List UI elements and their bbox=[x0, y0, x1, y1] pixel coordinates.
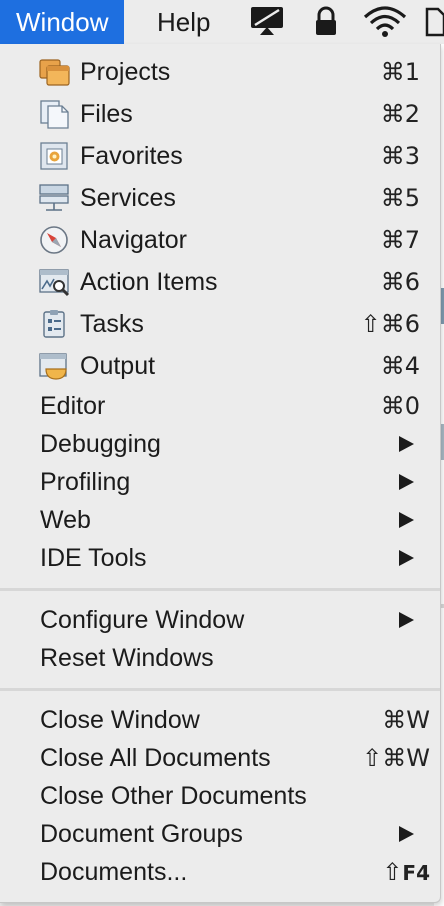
menu-item-shortcut: ⌘4 bbox=[380, 352, 420, 380]
menu-item-label: Files bbox=[80, 100, 133, 128]
files-icon bbox=[40, 100, 69, 129]
submenu-arrow-icon bbox=[399, 826, 414, 842]
menu-separator bbox=[0, 588, 440, 591]
menu-item-files[interactable]: Files ⌘2 bbox=[0, 95, 440, 133]
menu-item-action-items[interactable]: Action Items ⌘6 bbox=[0, 263, 440, 301]
menu-item-label: Tasks bbox=[80, 310, 144, 338]
menu-item-ide-tools[interactable]: IDE Tools bbox=[0, 539, 440, 577]
menu-item-label: Close Window bbox=[40, 706, 200, 734]
menu-item-shortcut: ⇧⌘6 bbox=[360, 310, 420, 338]
menu-item-label: Profiling bbox=[40, 468, 131, 496]
menu-item-shortcut: ⌘1 bbox=[380, 58, 420, 86]
menu-item-label: Editor bbox=[40, 392, 106, 420]
menu-item-label: Close Other Documents bbox=[40, 782, 307, 810]
submenu-arrow-icon bbox=[399, 512, 414, 528]
menu-item-label: Debugging bbox=[40, 430, 161, 458]
menu-item-documents[interactable]: Documents... ⇧F4 bbox=[0, 853, 440, 891]
menu-item-tasks[interactable]: Tasks ⇧⌘6 bbox=[0, 305, 440, 343]
submenu-arrow-icon bbox=[399, 612, 414, 628]
submenu-arrow-icon bbox=[399, 474, 414, 490]
menu-item-shortcut: ⌘3 bbox=[380, 142, 420, 170]
menu-item-web[interactable]: Web bbox=[0, 501, 440, 539]
menu-item-label: Documents... bbox=[40, 858, 188, 886]
menu-item-label: Favorites bbox=[80, 142, 183, 170]
menu-item-shortcut: ⌘5 bbox=[380, 184, 420, 212]
window-dropdown-menu: Projects ⌘1 Files ⌘2 Favorites ⌘3 Servic… bbox=[0, 44, 441, 903]
navigator-icon bbox=[40, 226, 68, 254]
menu-item-label: Configure Window bbox=[40, 606, 245, 634]
projects-icon bbox=[39, 59, 70, 86]
menu-item-shortcut: ⌘7 bbox=[380, 226, 420, 254]
menu-item-label: Output bbox=[80, 352, 156, 380]
submenu-arrow-icon bbox=[399, 436, 414, 452]
display-mirroring-icon[interactable] bbox=[248, 5, 288, 39]
menu-separator bbox=[0, 688, 440, 691]
shortcut-key: F4 bbox=[402, 861, 430, 885]
menu-item-shortcut: ⇧F4 bbox=[382, 857, 430, 888]
menu-item-label: Services bbox=[80, 184, 176, 212]
shift-modifier: ⇧ bbox=[382, 858, 403, 886]
menu-item-reset-windows[interactable]: Reset Windows bbox=[0, 639, 440, 677]
favorites-icon bbox=[40, 142, 68, 170]
menu-item-label: Reset Windows bbox=[40, 644, 214, 672]
menu-item-navigator[interactable]: Navigator ⌘7 bbox=[0, 221, 440, 259]
menu-item-shortcut: ⌘6 bbox=[380, 268, 420, 296]
menu-item-output[interactable]: Output ⌘4 bbox=[0, 347, 440, 385]
menu-item-shortcut: ⌘2 bbox=[380, 100, 420, 128]
menu-item-projects[interactable]: Projects ⌘1 bbox=[0, 53, 440, 91]
menu-item-editor[interactable]: Editor ⌘0 bbox=[0, 387, 440, 425]
menu-item-profiling[interactable]: Profiling bbox=[0, 463, 440, 501]
menu-item-configure-window[interactable]: Configure Window bbox=[0, 601, 440, 639]
menu-item-label: Projects bbox=[80, 58, 171, 86]
menu-item-label: Close All Documents bbox=[40, 744, 271, 772]
menu-item-shortcut: ⌘W bbox=[382, 706, 430, 734]
help-menu[interactable]: Help bbox=[157, 0, 210, 44]
lock-icon[interactable] bbox=[312, 5, 340, 39]
output-icon bbox=[39, 353, 67, 380]
window-menu[interactable]: Window bbox=[0, 0, 125, 44]
menu-item-label: IDE Tools bbox=[40, 544, 147, 572]
menu-bar: Window Help bbox=[0, 0, 444, 44]
menu-item-shortcut: ⌘0 bbox=[380, 392, 420, 420]
menu-item-debugging[interactable]: Debugging bbox=[0, 425, 440, 463]
action-items-icon bbox=[39, 269, 70, 297]
menu-item-label: Navigator bbox=[80, 226, 187, 254]
menu-item-close-window[interactable]: Close Window ⌘W bbox=[0, 701, 440, 739]
services-icon bbox=[39, 184, 69, 211]
menu-item-label: Action Items bbox=[80, 268, 218, 296]
menu-item-close-other-documents[interactable]: Close Other Documents bbox=[0, 777, 440, 815]
document-icon[interactable] bbox=[424, 5, 444, 39]
menu-item-services[interactable]: Services ⌘5 bbox=[0, 179, 440, 217]
menu-item-shortcut: ⇧⌘W bbox=[362, 744, 430, 772]
wifi-icon[interactable] bbox=[362, 5, 408, 39]
tasks-icon bbox=[43, 310, 65, 338]
menu-item-document-groups[interactable]: Document Groups bbox=[0, 815, 440, 853]
submenu-arrow-icon bbox=[399, 550, 414, 566]
menu-item-favorites[interactable]: Favorites ⌘3 bbox=[0, 137, 440, 175]
menu-item-label: Web bbox=[40, 506, 91, 534]
menu-item-close-all-documents[interactable]: Close All Documents ⇧⌘W bbox=[0, 739, 440, 777]
menu-item-label: Document Groups bbox=[40, 820, 243, 848]
